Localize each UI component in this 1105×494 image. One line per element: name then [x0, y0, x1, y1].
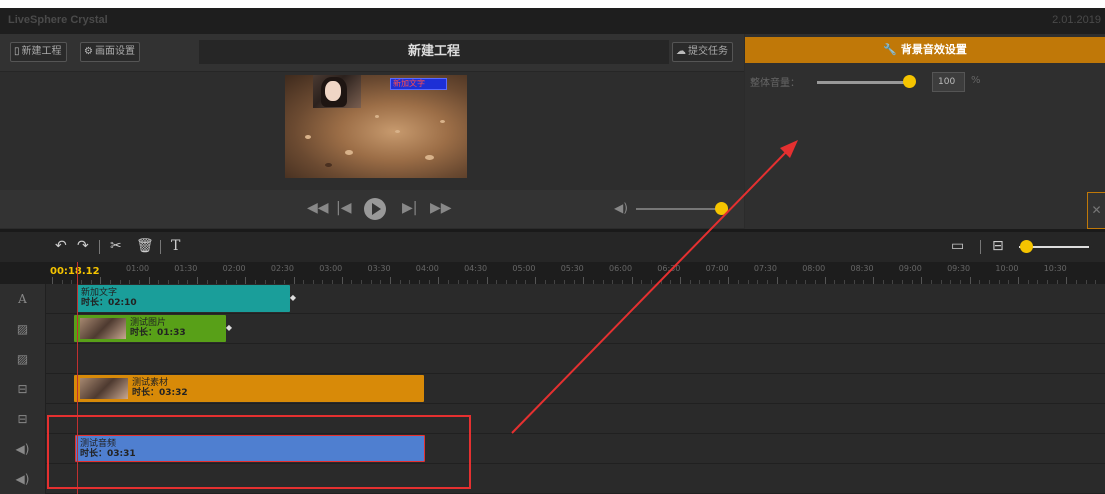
trash-icon[interactable]: 🗑	[136, 238, 154, 254]
ruler-tick: 03:30	[367, 264, 391, 273]
submit-task-label: 提交任务	[688, 46, 728, 57]
panel-header-label: 背景音效设置	[900, 43, 967, 56]
track-row-image[interactable]: ▨	[0, 344, 1105, 374]
wrench-icon: 🔧	[883, 43, 897, 56]
close-icon: ✕	[1091, 203, 1102, 217]
overall-volume-knob[interactable]	[903, 75, 916, 88]
clip-duration: 时长：03:32	[132, 388, 188, 398]
ruler-tick: 10:00	[995, 264, 1019, 273]
ruler-corner	[0, 262, 46, 284]
clip-name: 新加文字	[81, 288, 118, 298]
clip-duration: 时长：01:33	[130, 328, 186, 338]
clip-name: 测试图片	[130, 318, 167, 328]
timeline-toolbar: ↶ ↷ ✂ 🗑 T ▭ ⊟	[0, 232, 1105, 262]
image-icon: ▨	[0, 314, 46, 344]
ruler-tick: 04:00	[415, 264, 439, 273]
ruler-tick: 01:00	[126, 264, 150, 273]
film-icon: ⊟	[0, 404, 46, 434]
step-forward-icon[interactable]: ▶|	[402, 200, 417, 216]
clip-name: 测试素材	[132, 378, 169, 388]
video-clip-thumbnail	[80, 378, 128, 399]
ruler-tick: 07:30	[753, 264, 777, 273]
clip-resize-handle[interactable]: ◆	[290, 293, 296, 303]
new-project-label: 新建工程	[21, 46, 62, 57]
image-clip-thumbnail	[80, 318, 126, 339]
clip-resize-handle[interactable]: ◆	[226, 323, 232, 333]
monitor-icon[interactable]: ▭	[951, 238, 964, 254]
text-clip[interactable]: 新加文字 时长：02:10 ◆	[77, 285, 296, 312]
preview-area: 新加文字	[0, 72, 744, 190]
redo-icon[interactable]: ↷	[77, 238, 89, 254]
scissors-icon[interactable]: ✂	[110, 238, 122, 254]
video-clip[interactable]: 测试素材 时长：03:32	[74, 375, 424, 402]
zoom-out-icon[interactable]: ⊟	[992, 238, 1004, 254]
annotation-highlight-box	[47, 415, 471, 489]
file-icon: ▯	[14, 46, 20, 57]
cloud-upload-icon: ☁	[676, 46, 686, 57]
app-title: LiveSphere Crystal	[8, 14, 108, 26]
play-button[interactable]	[364, 198, 386, 220]
video-preview[interactable]: 新加文字	[285, 75, 467, 178]
ruler-tick: 02:00	[222, 264, 246, 273]
screen-settings-button[interactable]: ⚙ 画面设置	[80, 42, 140, 62]
ruler-tick: 08:30	[850, 264, 874, 273]
film-icon: ⊟	[0, 374, 46, 404]
text-overlay[interactable]: 新加文字	[390, 78, 447, 90]
rewind-icon[interactable]: ◀◀	[307, 200, 329, 216]
image-overlay[interactable]	[313, 75, 361, 108]
ruler-tick: 10:30	[1043, 264, 1067, 273]
clip-duration: 时长：02:10	[81, 298, 137, 308]
panel-header: 🔧 背景音效设置	[745, 37, 1105, 63]
ruler-tick: 05:30	[560, 264, 584, 273]
ruler-tick: 06:00	[609, 264, 633, 273]
speaker-icon: ◀)	[0, 464, 46, 494]
volume-unit: %	[971, 75, 981, 86]
ruler-tick: 05:00	[512, 264, 536, 273]
step-back-icon[interactable]: |◀	[336, 200, 351, 216]
gear-icon: ⚙	[84, 46, 93, 57]
volume-label: 整体音量：	[750, 78, 800, 89]
volume-icon[interactable]: ◀)	[614, 201, 628, 215]
text-tool-icon[interactable]: T	[171, 238, 180, 254]
ruler-tick: 08:00	[802, 264, 826, 273]
ruler-tick: 09:30	[947, 264, 971, 273]
undo-icon[interactable]: ↶	[55, 238, 67, 254]
image-clip[interactable]: 测试图片 时长：01:33 ◆	[74, 315, 232, 342]
title-bar: LiveSphere Crystal 2.01.2019	[0, 8, 1105, 34]
zoom-knob[interactable]	[1020, 240, 1033, 253]
screen-settings-label: 画面设置	[94, 46, 135, 57]
ruler-tick: 04:30	[464, 264, 488, 273]
speaker-icon: ◀)	[0, 434, 46, 464]
submit-task-button[interactable]: ☁ 提交任务	[672, 42, 733, 62]
ruler-tick: 02:30	[270, 264, 294, 273]
panel-collapse-tab[interactable]: ✕	[1087, 192, 1105, 229]
bg-audio-settings-panel: 🔧 背景音效设置 整体音量： 100 % ✕	[745, 34, 1105, 229]
fast-forward-icon[interactable]: ▶▶	[430, 200, 452, 216]
new-project-button[interactable]: ▯ 新建工程	[10, 42, 67, 62]
ruler-tick: 06:30	[657, 264, 681, 273]
time-ruler[interactable]: 00:18.12 01:00 01:30 02:00 02:30 03:00 03:30 0…	[46, 262, 1105, 284]
text-overlay-label: 新加文字	[393, 79, 425, 88]
text-track-icon: A	[0, 284, 46, 314]
ruler-tick: 03:00	[319, 264, 343, 273]
ruler-tick: 09:00	[898, 264, 922, 273]
playback-controls: ◀◀ |◀ ▶| ▶▶ ◀)	[0, 190, 744, 228]
player-volume-knob[interactable]	[714, 202, 728, 215]
image-icon: ▨	[0, 344, 46, 374]
project-title: 新建工程	[199, 40, 669, 64]
current-time: 00:18.12	[50, 266, 100, 277]
ruler-tick: 01:30	[174, 264, 198, 273]
ruler-tick: 07:00	[705, 264, 729, 273]
app-window: LiveSphere Crystal 2.01.2019 ▯ 新建工程 ⚙ 画面设置…	[0, 8, 1105, 494]
volume-input[interactable]: 100	[932, 72, 965, 92]
overall-volume-slider[interactable]	[817, 81, 909, 84]
version-label: 2.01.2019	[1052, 14, 1101, 26]
preview-toolbar: ▯ 新建工程 ⚙ 画面设置 新建工程 ☁ 提交任务	[0, 34, 744, 72]
